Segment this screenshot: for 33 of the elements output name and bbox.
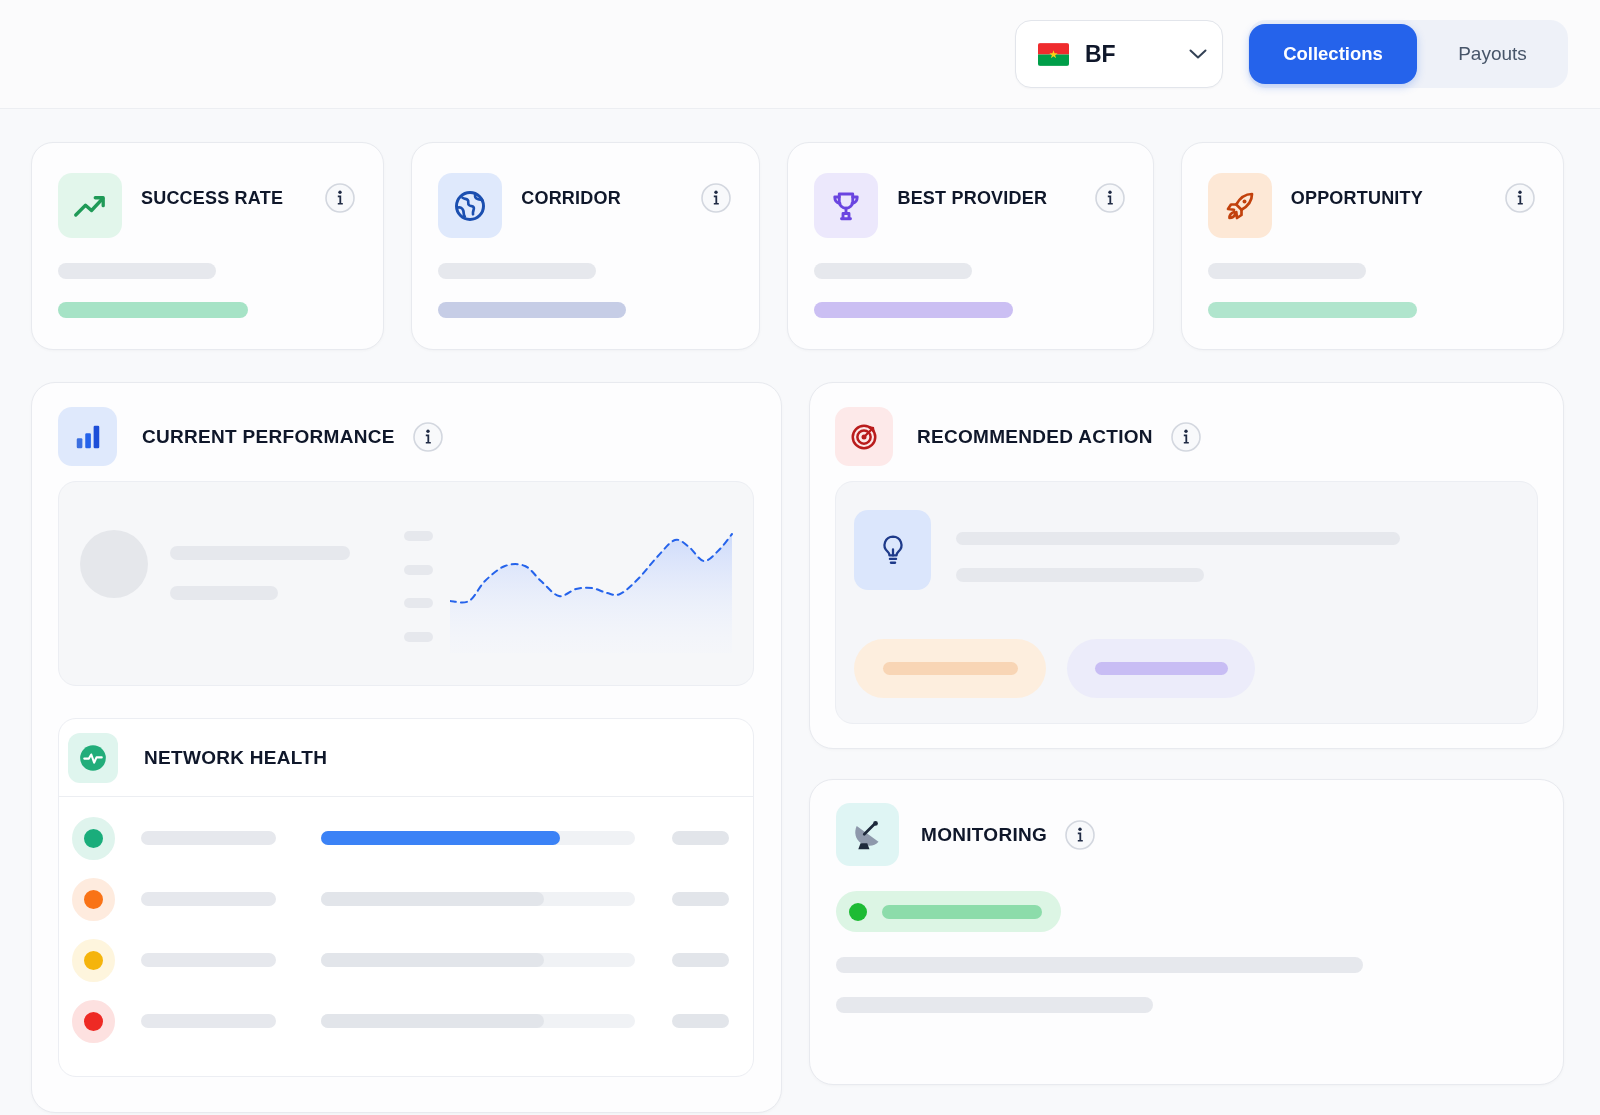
section-title: RECOMMENDED ACTION	[917, 424, 1153, 449]
info-icon[interactable]	[701, 183, 732, 213]
tab[interactable]: Payouts	[1417, 24, 1568, 84]
card-title: CORRIDOR	[521, 187, 621, 209]
chevron-down-icon	[1189, 49, 1207, 59]
info-icon[interactable]	[1065, 819, 1096, 850]
skeleton-line	[672, 892, 729, 906]
flag-icon	[1038, 42, 1069, 66]
country-select[interactable]: BF	[1015, 20, 1223, 88]
card-title: OPPORTUNITY	[1290, 187, 1423, 209]
pulse-icon	[68, 732, 118, 783]
info-icon[interactable]	[1170, 421, 1201, 452]
satellite-dish-icon	[836, 803, 899, 866]
skeleton-line	[672, 1014, 729, 1028]
info-icon[interactable]	[1094, 183, 1125, 213]
section-title: NETWORK HEALTH	[144, 745, 328, 770]
card-title: BEST PROVIDER	[897, 187, 1048, 209]
trend-up-icon	[58, 173, 122, 238]
lightbulb-icon	[854, 510, 931, 590]
globe-icon	[438, 173, 503, 238]
skeleton-line	[672, 953, 729, 967]
rocket-icon	[1207, 173, 1272, 238]
info-icon[interactable]	[325, 183, 356, 213]
card-title: SUCCESS RATE	[141, 187, 284, 209]
section-title: CURRENT PERFORMANCE	[142, 424, 395, 449]
skeleton-line	[672, 831, 729, 845]
bar-chart-icon	[58, 407, 117, 466]
trophy-icon	[814, 173, 879, 238]
tab[interactable]: Collections	[1249, 24, 1417, 84]
info-icon[interactable]	[412, 421, 443, 452]
section-title: MONITORING	[921, 822, 1048, 847]
target-icon	[835, 407, 893, 466]
info-icon[interactable]	[1505, 183, 1535, 213]
